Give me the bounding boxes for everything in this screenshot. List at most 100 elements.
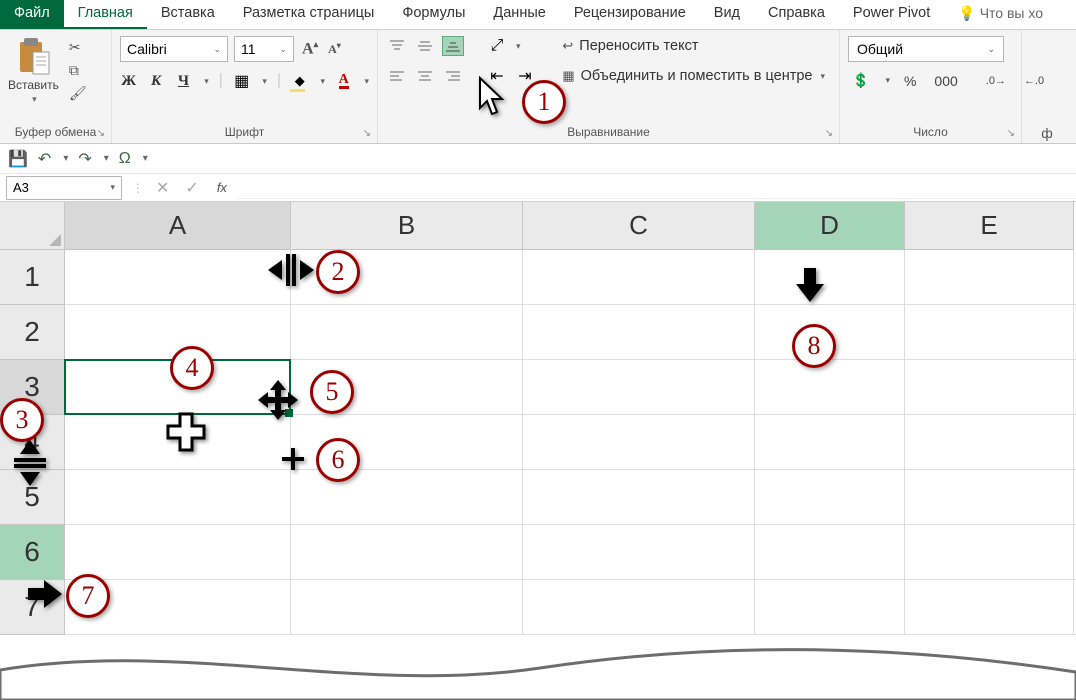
merge-center-button[interactable]: ▦Объединить и поместить в центре▾ <box>556 66 831 86</box>
enter-button[interactable]: ✓ <box>185 178 198 198</box>
symbol-button[interactable]: Ω <box>119 150 131 168</box>
dialog-launcher-icon[interactable]: ↘ <box>825 128 833 139</box>
tab-home[interactable]: Главная <box>64 0 147 29</box>
annotation-7: 7 <box>66 574 110 618</box>
row-header-6[interactable]: 6 <box>0 525 65 580</box>
extra-label: ф <box>1030 125 1064 141</box>
group-font-title: Шрифт↘ <box>120 123 369 141</box>
borders-button[interactable]: ▦ <box>233 72 250 90</box>
italic-button[interactable]: К <box>147 73 164 90</box>
align-bottom-button[interactable] <box>442 36 464 56</box>
group-number-title: Число↘ <box>848 123 1013 141</box>
group-clipboard-title: Буфер обмена↘ <box>8 123 103 141</box>
redo-button[interactable]: ↷ <box>78 149 91 169</box>
dialog-launcher-icon[interactable]: ↘ <box>1007 128 1015 139</box>
row-resize-cursor-icon <box>10 438 50 486</box>
orientation-button[interactable]: ⤢ <box>486 36 508 56</box>
wrap-icon: ↩ <box>562 38 573 54</box>
merge-icon: ▦ <box>562 68 574 84</box>
group-clipboard: Вставить ▾ ✂ ⧉ 🖌 Буфер обмена↘ <box>0 30 112 143</box>
chevron-down-icon: ⌄ <box>987 44 995 55</box>
accounting-format-button[interactable]: 💲 <box>848 72 873 89</box>
format-painter-button[interactable]: 🖌 <box>69 85 87 102</box>
select-all-corner[interactable] <box>0 202 65 250</box>
worksheet: A B C D E 1 2 3 4 5 6 7 <box>0 202 1076 635</box>
copy-button[interactable]: ⧉ <box>69 62 87 79</box>
paste-button[interactable]: Вставить ▾ <box>8 36 59 105</box>
font-name-select[interactable]: Calibri⌄ <box>120 36 228 62</box>
decrease-font-button[interactable]: A▾ <box>326 41 343 57</box>
cancel-button[interactable]: ✕ <box>156 178 169 198</box>
undo-button[interactable]: ↶ <box>38 149 51 169</box>
align-center-button[interactable] <box>414 66 436 86</box>
redo-dropdown[interactable]: ▾ <box>104 153 109 164</box>
save-button[interactable]: 💾 <box>8 149 28 169</box>
underline-button[interactable]: Ч <box>175 73 192 90</box>
borders-dropdown[interactable]: ▾ <box>262 76 267 87</box>
wrap-text-button[interactable]: ↩Переносить текст <box>556 36 831 56</box>
col-header-E[interactable]: E <box>905 202 1074 250</box>
formula-input[interactable] <box>237 177 1076 199</box>
annotation-5: 5 <box>310 370 354 414</box>
fill-dropdown[interactable]: ▾ <box>320 76 325 87</box>
fill-color-button[interactable]: ◆ <box>291 72 308 90</box>
undo-dropdown[interactable]: ▾ <box>63 153 68 164</box>
align-right-button[interactable] <box>442 66 464 86</box>
paste-dropdown-icon[interactable]: ▾ <box>32 94 37 105</box>
dialog-launcher-icon[interactable]: ↘ <box>363 128 371 139</box>
tab-power-pivot[interactable]: Power Pivot <box>839 0 944 29</box>
align-left-button[interactable] <box>386 66 408 86</box>
col-select-cursor-icon <box>796 268 824 302</box>
dialog-launcher-icon[interactable]: ↘ <box>97 128 105 139</box>
name-box-dropdown[interactable]: ▾ <box>110 182 115 193</box>
tab-file[interactable]: Файл <box>0 0 64 29</box>
tab-review[interactable]: Рецензирование <box>560 0 700 29</box>
row-header-2[interactable]: 2 <box>0 305 65 360</box>
tab-insert[interactable]: Вставка <box>147 0 229 29</box>
col-header-A[interactable]: A <box>65 202 291 250</box>
group-alignment: ⤢▾ ⇤ ⇥ ↩Переносить текст ▦Объединить и п… <box>378 30 840 143</box>
increase-decimal-button[interactable]: .0→ <box>982 75 1010 87</box>
merge-dropdown[interactable]: ▾ <box>820 71 825 82</box>
underline-dropdown[interactable]: ▾ <box>204 76 209 87</box>
tell-me[interactable]: 💡Что вы хо <box>944 0 1057 29</box>
cut-button[interactable]: ✂ <box>69 39 87 56</box>
percent-button[interactable]: % <box>900 73 920 89</box>
fill-handle-cursor-icon <box>282 448 304 470</box>
tab-page-layout[interactable]: Разметка страницы <box>229 0 389 29</box>
cell-select-cursor-icon <box>166 412 206 452</box>
orientation-dropdown[interactable]: ▾ <box>516 41 521 52</box>
column-headers: A B C D E <box>0 202 1076 250</box>
align-middle-button[interactable] <box>414 36 436 56</box>
number-format-select[interactable]: Общий⌄ <box>848 36 1004 62</box>
increase-font-button[interactable]: A▴ <box>300 39 320 58</box>
tab-data[interactable]: Данные <box>479 0 559 29</box>
group-extra: ф <box>1022 30 1072 143</box>
font-color-button[interactable]: A <box>339 74 349 89</box>
bold-button[interactable]: Ж <box>120 73 137 90</box>
symbol-dropdown[interactable]: ▾ <box>143 153 148 164</box>
chevron-down-icon: ⌄ <box>279 44 287 55</box>
paste-label: Вставить <box>8 78 59 92</box>
row-select-cursor-icon <box>28 580 62 608</box>
row-header-1[interactable]: 1 <box>0 250 65 305</box>
align-top-button[interactable] <box>386 36 408 56</box>
accounting-dropdown[interactable]: ▾ <box>885 75 890 86</box>
ribbon-tabs: Файл Главная Вставка Разметка страницы Ф… <box>0 0 1076 30</box>
col-header-B[interactable]: B <box>291 202 523 250</box>
annotation-2: 2 <box>316 250 360 294</box>
insert-function-button[interactable]: fx <box>217 180 227 195</box>
tab-help[interactable]: Справка <box>754 0 839 29</box>
name-box[interactable]: A3▾ <box>6 176 122 200</box>
comma-style-button[interactable]: 000 <box>930 73 961 89</box>
font-size-select[interactable]: 11⌄ <box>234 36 294 62</box>
move-cursor-icon <box>258 380 298 420</box>
annotation-1: 1 <box>522 80 566 124</box>
page-cut-wave <box>0 640 1076 700</box>
tab-formulas[interactable]: Формулы <box>388 0 479 29</box>
col-header-C[interactable]: C <box>523 202 755 250</box>
tab-view[interactable]: Вид <box>700 0 754 29</box>
font-color-dropdown[interactable]: ▾ <box>364 76 369 87</box>
cells-area[interactable] <box>65 250 1076 635</box>
col-header-D[interactable]: D <box>755 202 905 250</box>
